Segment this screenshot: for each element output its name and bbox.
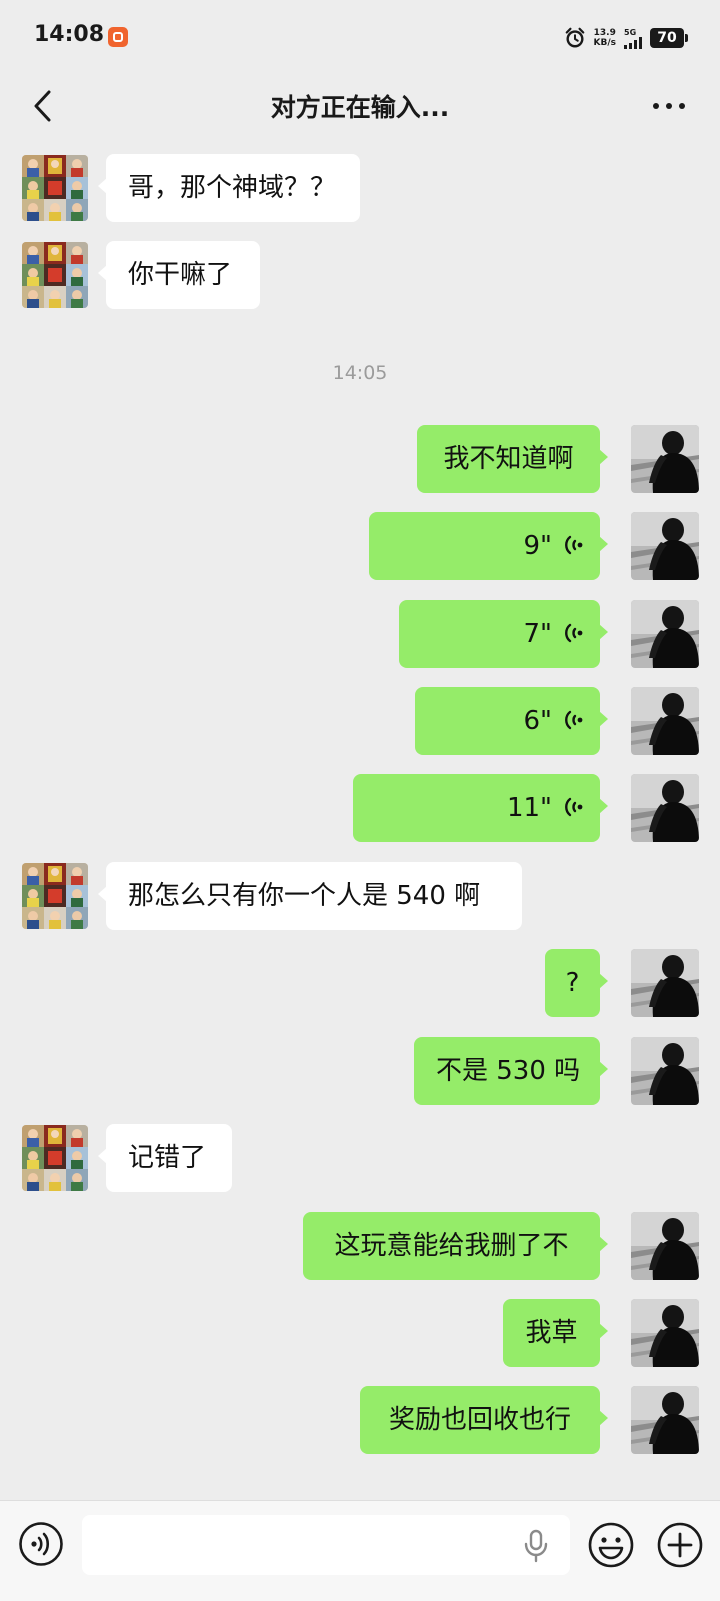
voice-duration: 7" bbox=[523, 619, 552, 649]
plus-icon[interactable] bbox=[656, 1521, 704, 1569]
my-avatar[interactable] bbox=[631, 512, 699, 580]
alarm-icon bbox=[565, 27, 584, 48]
network-speed-unit: KB/s bbox=[593, 38, 616, 48]
more-dot-icon bbox=[653, 103, 659, 109]
my-avatar[interactable] bbox=[631, 687, 699, 755]
voice-message-sent[interactable]: 11" bbox=[353, 774, 608, 842]
voice-message-sent[interactable]: 6" bbox=[415, 687, 608, 755]
message-bubble-received[interactable]: 哥，那个神域？？ bbox=[98, 154, 360, 222]
contact-avatar[interactable] bbox=[22, 863, 88, 929]
message-bubble-sent[interactable]: 奖励也回收也行 bbox=[360, 1386, 608, 1454]
network-type: 5G bbox=[624, 27, 637, 37]
emoji-icon[interactable] bbox=[587, 1521, 635, 1569]
voice-duration: 11" bbox=[506, 793, 552, 823]
voice-wave-icon bbox=[565, 710, 583, 729]
voice-duration: 6" bbox=[523, 706, 552, 736]
chat-title: 对方正在输入... bbox=[270, 93, 450, 122]
message-bubble-sent[interactable]: ? bbox=[545, 949, 608, 1017]
status-bar: 14:08 13.9 KB/s 5G 70 bbox=[0, 0, 720, 72]
more-dot-icon bbox=[666, 103, 672, 109]
chat-header: 对方正在输入... bbox=[0, 72, 720, 140]
more-dot-icon bbox=[679, 103, 685, 109]
voice-message-sent[interactable]: 7" bbox=[399, 600, 608, 668]
more-options-button[interactable] bbox=[644, 84, 694, 128]
voice-duration: 9" bbox=[523, 531, 552, 561]
contact-avatar[interactable] bbox=[22, 155, 88, 221]
message-timestamp: 14:05 bbox=[332, 362, 388, 384]
message-bubble-received[interactable]: 记错了 bbox=[98, 1124, 232, 1192]
chat-input-bar bbox=[0, 1500, 720, 1601]
voice-wave-icon bbox=[565, 623, 583, 642]
my-avatar[interactable] bbox=[631, 949, 699, 1017]
message-bubble-sent[interactable]: 我不知道啊 bbox=[417, 425, 608, 493]
my-avatar[interactable] bbox=[631, 1386, 699, 1454]
voice-wave-icon bbox=[565, 535, 583, 554]
message-input[interactable] bbox=[82, 1515, 570, 1575]
contact-avatar[interactable] bbox=[22, 1125, 88, 1191]
message-bubble-received[interactable]: 你干嘛了 bbox=[98, 241, 260, 309]
app-notification-icon bbox=[108, 27, 128, 47]
cellular-signal: 5G bbox=[624, 28, 642, 49]
message-bubble-sent[interactable]: 我草 bbox=[503, 1299, 608, 1367]
status-time: 14:08 bbox=[34, 22, 105, 47]
my-avatar[interactable] bbox=[631, 1037, 699, 1105]
my-avatar[interactable] bbox=[631, 1299, 699, 1367]
network-speed: 13.9 KB/s bbox=[594, 28, 616, 48]
my-avatar[interactable] bbox=[631, 1212, 699, 1280]
battery-level: 70 bbox=[657, 30, 677, 46]
my-avatar[interactable] bbox=[631, 425, 699, 493]
voice-wave-icon bbox=[565, 797, 583, 816]
message-bubble-received[interactable]: 那怎么只有你一个人是 540 啊 bbox=[98, 862, 522, 930]
signal-strength-icon bbox=[624, 36, 642, 49]
battery-icon: 70 bbox=[650, 28, 688, 48]
contact-avatar[interactable] bbox=[22, 242, 88, 308]
message-bubble-sent[interactable]: 不是 530 吗 bbox=[414, 1037, 608, 1105]
status-indicators: 13.9 KB/s 5G 70 bbox=[564, 24, 688, 52]
network-speed-value: 13.9 bbox=[593, 28, 616, 38]
my-avatar[interactable] bbox=[631, 774, 699, 842]
voice-input-toggle-icon[interactable] bbox=[18, 1521, 64, 1567]
microphone-icon[interactable] bbox=[522, 1529, 550, 1563]
voice-message-sent[interactable]: 9" bbox=[369, 512, 608, 580]
my-avatar[interactable] bbox=[631, 600, 699, 668]
message-bubble-sent[interactable]: 这玩意能给我删了不 bbox=[303, 1212, 608, 1280]
